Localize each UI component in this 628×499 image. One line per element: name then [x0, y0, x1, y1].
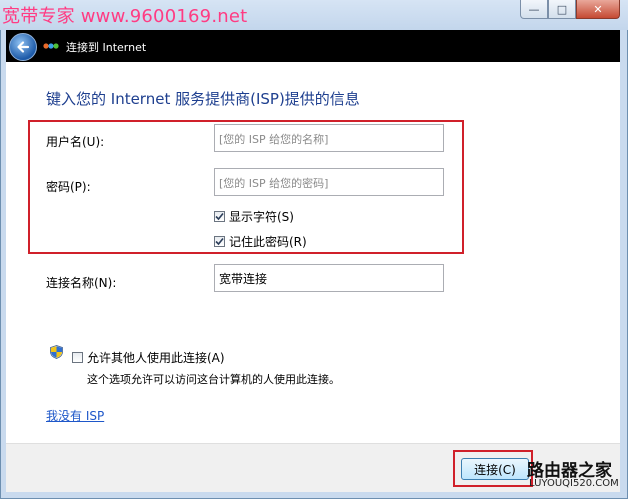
checkbox-box[interactable] — [214, 236, 225, 247]
site-logo: 路由器之家 LUYOUQI520.COM — [527, 456, 623, 494]
back-arrow-icon — [17, 41, 30, 53]
no-isp-link[interactable]: 我没有 ISP — [46, 407, 104, 424]
form-heading: 键入您的 Internet 服务提供商(ISP)提供的信息 — [46, 90, 360, 108]
navigation-bar: 连接到 Internet — [6, 30, 620, 62]
connection-name-input[interactable]: 宽带连接 — [214, 264, 444, 292]
username-input[interactable]: [您的 ISP 给您的名称] — [214, 124, 444, 152]
title-bar[interactable]: 宽带专家 www.9600169.net — □ ✕ — [0, 0, 628, 30]
uac-shield-icon — [50, 345, 63, 359]
close-button[interactable]: ✕ — [576, 0, 620, 19]
password-label: 密码(P): — [46, 180, 91, 194]
checkbox-box[interactable] — [214, 211, 225, 222]
logo-url-text: LUYOUQI520.COM — [529, 478, 619, 489]
page-title: 连接到 Internet — [66, 41, 147, 54]
username-label: 用户名(U): — [46, 135, 105, 149]
minimize-button[interactable]: — — [520, 0, 548, 19]
window-controls: — □ ✕ — [520, 0, 620, 20]
connect-highlight-box — [453, 450, 533, 487]
checkmark-icon — [215, 237, 224, 246]
allow-others-checkbox[interactable]: 允许其他人使用此连接(A) — [72, 349, 225, 366]
checkmark-icon — [215, 212, 224, 221]
maximize-button[interactable]: □ — [548, 0, 576, 19]
remember-password-label: 记住此密码(R) — [229, 235, 307, 249]
watermark-title: 宽带专家 www.9600169.net — [2, 6, 248, 27]
checkbox-box[interactable] — [72, 352, 83, 363]
network-connection-icon — [43, 43, 59, 49]
show-characters-checkbox[interactable]: 显示字符(S) — [214, 208, 294, 225]
content-panel: 键入您的 Internet 服务提供商(ISP)提供的信息 用户名(U): [您… — [6, 62, 620, 443]
remember-password-checkbox[interactable]: 记住此密码(R) — [214, 233, 307, 250]
connection-name-label: 连接名称(N): — [46, 276, 117, 290]
back-button[interactable] — [9, 33, 37, 61]
password-input[interactable]: [您的 ISP 给您的密码] — [214, 168, 444, 196]
show-characters-label: 显示字符(S) — [229, 210, 294, 224]
allow-others-description: 这个选项允许可以访问这台计算机的人使用此连接。 — [87, 373, 340, 386]
allow-others-label: 允许其他人使用此连接(A) — [87, 351, 225, 365]
